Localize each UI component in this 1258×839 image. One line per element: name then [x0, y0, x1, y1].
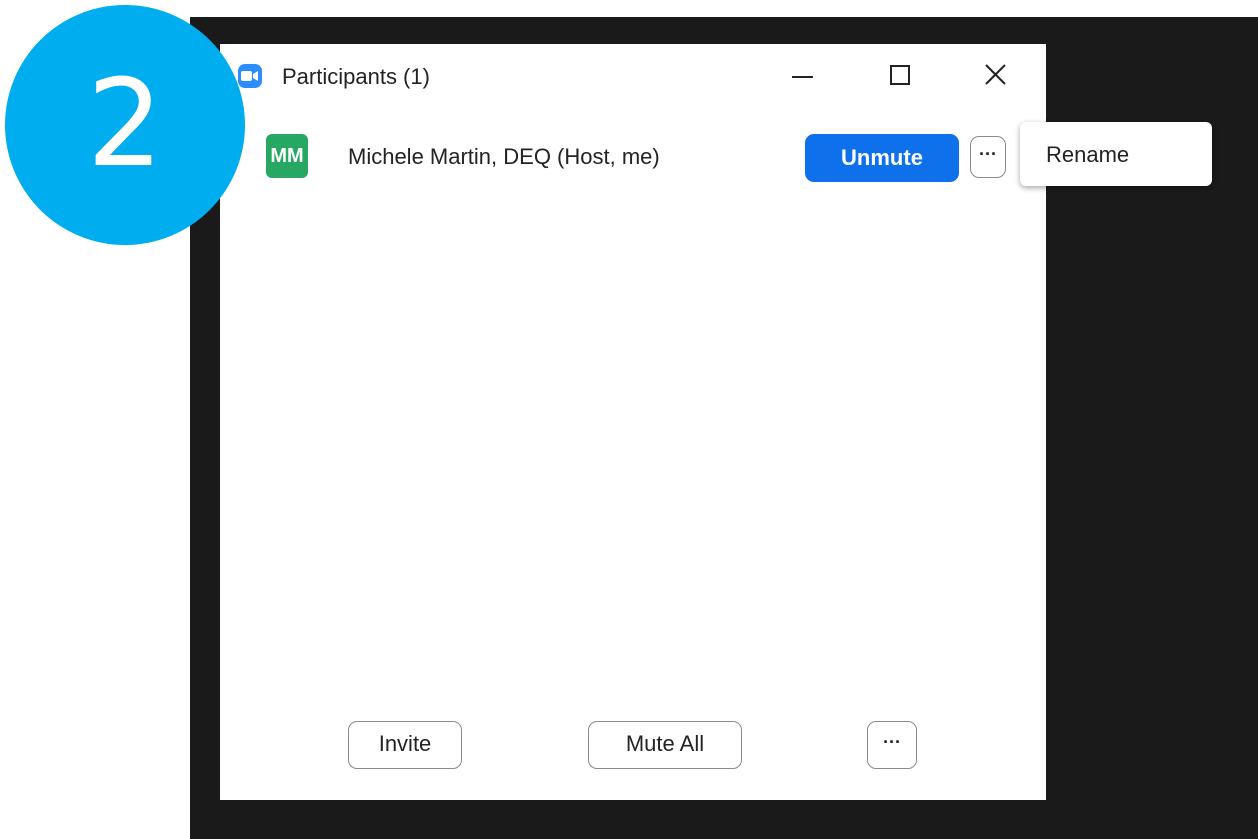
participant-more-button[interactable]: ··· — [970, 136, 1006, 178]
participant-name: Michele Martin, DEQ (Host, me) — [348, 144, 660, 169]
minimize-icon[interactable] — [783, 58, 823, 94]
participant-row[interactable]: MM Michele Martin, DEQ (Host, me) Unmute… — [220, 130, 1046, 186]
zoom-camera-icon — [238, 64, 262, 88]
avatar: MM — [266, 134, 308, 178]
invite-button[interactable]: Invite — [348, 721, 462, 769]
mute-all-button[interactable]: Mute All — [588, 721, 742, 769]
unmute-button[interactable]: Unmute — [805, 134, 959, 182]
footer-more-button[interactable]: ··· — [867, 721, 917, 769]
context-menu: Rename — [1020, 122, 1212, 186]
participants-window: Participants (1) MM Michele Martin, DEQ … — [220, 44, 1046, 800]
maximize-icon[interactable] — [880, 58, 920, 94]
close-icon[interactable] — [976, 58, 1016, 94]
title-bar: Participants (1) — [220, 44, 1046, 110]
window-title: Participants (1) — [282, 64, 430, 89]
menu-item-rename[interactable]: Rename — [1046, 142, 1129, 168]
step-number-badge: 2 — [5, 5, 245, 245]
